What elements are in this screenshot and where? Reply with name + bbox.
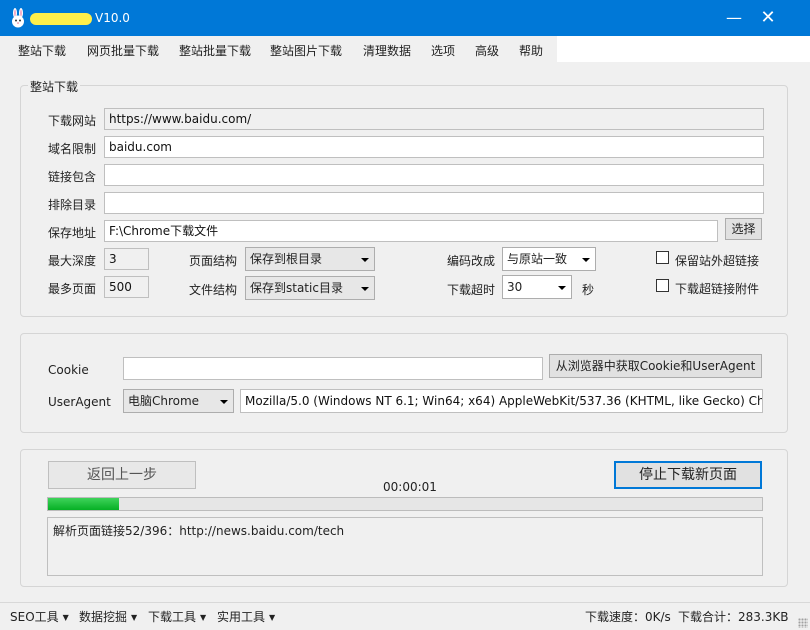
browse-button[interactable]: 选择 <box>725 218 762 240</box>
chevron-down-icon <box>220 400 228 404</box>
utility-tools-label: 实用工具 <box>217 610 266 624</box>
encoding-label: 编码改成 <box>447 254 496 268</box>
data-mining-label: 数据挖掘 <box>79 610 128 624</box>
menu-batch-site-download[interactable]: 整站批量下载 <box>179 42 251 59</box>
chevron-down-icon <box>361 287 369 291</box>
chevron-down-icon <box>361 258 369 262</box>
get-cookie-from-browser-button[interactable]: 从浏览器中获取Cookie和UserAgent <box>549 354 762 378</box>
status-log: 解析页面链接52/396：http://news.baidu.com/tech <box>47 517 763 576</box>
resize-grip[interactable] <box>798 618 808 628</box>
rabbit-app-icon <box>12 8 24 28</box>
keep-external-links-label: 保留站外超链接 <box>675 254 760 268</box>
stop-download-button[interactable]: 停止下载新页面 <box>614 461 762 489</box>
caret-down-icon: ▼ <box>200 613 207 622</box>
status-bar: SEO工具 ▼ 数据挖掘 ▼ 下载工具 ▼ 实用工具 ▼ 下载速度：0K/s 下载合计：… <box>0 602 810 630</box>
file-structure-select[interactable]: 保存到static目录 <box>245 276 375 300</box>
max-depth-label: 最大深度 <box>48 254 97 268</box>
minimize-button[interactable]: — <box>722 8 746 30</box>
close-button[interactable]: ✕ <box>756 8 780 30</box>
chevron-down-icon <box>582 258 590 262</box>
request-headers-group <box>20 333 788 433</box>
data-mining-menu[interactable]: 数据挖掘 ▼ <box>79 608 137 625</box>
browser-select-value: 电脑Chrome <box>128 394 200 408</box>
file-structure-value: 保存到static目录 <box>250 281 343 295</box>
utility-tools-menu[interactable]: 实用工具 ▼ <box>217 608 275 625</box>
redacted-title-mark <box>30 13 92 25</box>
menu-site-image-download[interactable]: 整站图片下载 <box>270 42 342 59</box>
download-tools-menu[interactable]: 下载工具 ▼ <box>148 608 206 625</box>
file-structure-label: 文件结构 <box>189 283 238 297</box>
caret-down-icon: ▼ <box>269 613 276 622</box>
caret-down-icon: ▼ <box>62 613 69 622</box>
timeout-value: 30 <box>507 280 523 294</box>
useragent-field[interactable]: Mozilla/5.0 (Windows NT 6.1; Win64; x64)… <box>240 389 763 413</box>
encoding-select[interactable]: 与原站一致 <box>502 247 596 271</box>
menu-bar: 整站下载 网页批量下载 整站批量下载 整站图片下载 清理数据 选项 高级 帮助 <box>0 36 810 62</box>
progress-fill <box>48 498 119 510</box>
download-attachments-label: 下载超链接附件 <box>675 282 760 296</box>
window-title: V10.0 <box>95 11 130 25</box>
exclude-dir-field[interactable] <box>104 192 764 214</box>
exclude-label: 排除目录 <box>48 198 97 212</box>
contains-label: 链接包含 <box>48 170 97 184</box>
save-path-field[interactable]: F:\Chrome下载文件 <box>104 220 718 242</box>
menu-clear-data[interactable]: 清理数据 <box>363 42 411 59</box>
timeout-unit: 秒 <box>582 283 595 297</box>
link-contains-field[interactable] <box>104 164 764 186</box>
save-path-label: 保存地址 <box>48 226 97 240</box>
menu-batch-page-download[interactable]: 网页批量下载 <box>87 42 159 59</box>
page-structure-value: 保存到根目录 <box>250 252 323 266</box>
status-log-text: 解析页面链接52/396：http://news.baidu.com/tech <box>53 524 345 538</box>
useragent-label: UserAgent <box>48 395 111 409</box>
download-attachments-checkbox[interactable] <box>656 279 669 292</box>
max-pages-field[interactable]: 500 <box>104 276 149 298</box>
menu-options[interactable]: 选项 <box>431 42 455 59</box>
page-structure-label: 页面结构 <box>189 254 238 268</box>
domain-label: 域名限制 <box>48 142 97 156</box>
seo-tools-menu[interactable]: SEO工具 ▼ <box>10 608 69 625</box>
max-depth-field[interactable]: 3 <box>104 248 149 270</box>
menu-strip: 整站下载 网页批量下载 整站批量下载 整站图片下载 清理数据 选项 高级 帮助 <box>0 36 557 62</box>
site-download-group-title: 整站下载 <box>28 78 81 95</box>
menu-help[interactable]: 帮助 <box>519 42 543 59</box>
domain-field[interactable]: baidu.com <box>104 136 764 158</box>
seo-tools-label: SEO工具 <box>10 610 59 624</box>
url-label: 下载网站 <box>48 114 97 128</box>
title-bar: V10.0 — ✕ <box>0 0 810 36</box>
download-tools-label: 下载工具 <box>148 610 197 624</box>
timeout-label: 下载超时 <box>447 283 496 297</box>
download-total: 下载合计：283.3KB <box>678 610 789 624</box>
elapsed-time: 00:00:01 <box>383 480 437 494</box>
chevron-down-icon <box>558 286 566 290</box>
caret-down-icon: ▼ <box>131 613 138 622</box>
download-speed: 下载速度：0K/s <box>585 610 671 624</box>
menu-advanced[interactable]: 高级 <box>475 42 499 59</box>
cookie-field[interactable] <box>123 357 543 380</box>
max-pages-label: 最多页面 <box>48 282 97 296</box>
url-field[interactable]: https://www.baidu.com/ <box>104 108 764 130</box>
encoding-value: 与原站一致 <box>507 252 568 266</box>
cookie-label: Cookie <box>48 363 89 377</box>
timeout-select[interactable]: 30 <box>502 275 572 299</box>
download-progress-bar <box>47 497 763 511</box>
keep-external-links-checkbox[interactable] <box>656 251 669 264</box>
page-structure-select[interactable]: 保存到根目录 <box>245 247 375 271</box>
menu-site-download[interactable]: 整站下载 <box>18 42 66 59</box>
back-button[interactable]: 返回上一步 <box>48 461 196 489</box>
browser-select[interactable]: 电脑Chrome <box>123 389 234 413</box>
